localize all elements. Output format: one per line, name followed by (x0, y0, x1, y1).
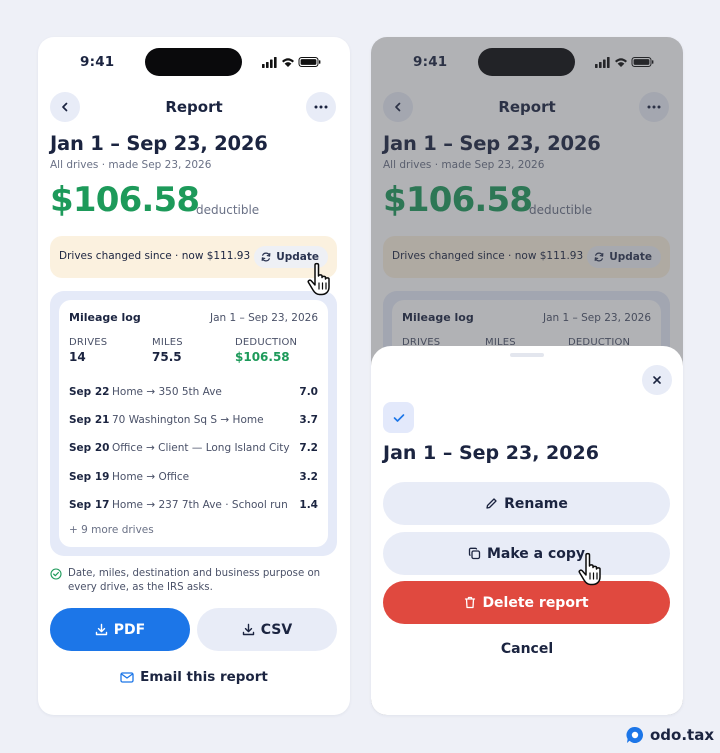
hand-cursor-icon (578, 552, 601, 586)
download-icon (242, 623, 254, 636)
pdf-button[interactable]: PDF (50, 608, 190, 651)
log-row: Sep 19 Home → Office 3.2 (69, 471, 318, 491)
brand-name: odo.tax (650, 726, 715, 744)
log-row: Sep 17 Home → 237 7th Ave · School run 1… (69, 499, 318, 519)
row-date: Sep 19 (69, 471, 110, 483)
sheet-grabber[interactable] (510, 353, 544, 357)
status-time: 9:41 (80, 54, 115, 70)
sheet-title: Jan 1 – Sep 23, 2026 (383, 442, 599, 464)
dynamic-island (145, 48, 242, 76)
row-miles: 3.7 (299, 414, 318, 426)
deductible-label: deductible (196, 203, 260, 217)
copy-icon (468, 547, 481, 560)
report-subtitle: All drives · made Sep 23, 2026 (50, 159, 212, 171)
delete-report-button[interactable]: Delete report (383, 581, 670, 624)
email-report-button[interactable]: Email this report (38, 669, 350, 685)
pencil-icon (486, 498, 497, 509)
delete-report-label: Delete report (482, 594, 589, 611)
close-button[interactable] (642, 365, 672, 395)
row-route: Home → 237 7th Ave · School run (112, 499, 288, 511)
make-copy-button[interactable]: Make a copy (383, 532, 670, 575)
stat-value-drives: 14 (69, 350, 86, 364)
hand-cursor-icon (307, 262, 330, 296)
log-row: Sep 20 Office → Client — Long Island Cit… (69, 442, 318, 462)
banner-text: Drives changed since · now $111.93 (59, 250, 251, 262)
refresh-icon (261, 252, 271, 262)
make-copy-label: Make a copy (486, 545, 586, 562)
email-label: Email this report (140, 669, 268, 685)
irs-note: Date, miles, destination and business pu… (50, 567, 340, 595)
row-date: Sep 21 (69, 414, 110, 426)
brand-logo: odo.tax (626, 725, 714, 745)
status-icons (262, 57, 321, 68)
check-icon (393, 413, 404, 422)
more-button[interactable] (306, 92, 336, 122)
mileage-log-sheet: Mileage log Jan 1 – Sep 23, 2026 DRIVES … (59, 300, 328, 547)
csv-button[interactable]: CSV (197, 608, 337, 651)
page-title: Report (165, 98, 223, 116)
more-drives: + 9 more drives (69, 524, 154, 536)
log-title: Mileage log (69, 311, 141, 324)
row-route: Home → 350 5th Ave (112, 386, 222, 398)
odo-logo-icon (626, 726, 644, 743)
row-date: Sep 22 (69, 386, 110, 398)
row-route: Office → Client — Long Island City (112, 442, 290, 454)
action-sheet: Jan 1 – Sep 23, 2026 Rename Make a copy … (371, 346, 683, 715)
log-row: Sep 21 70 Washington Sq S → Home 3.7 (69, 414, 318, 434)
row-route: 70 Washington Sq S → Home (112, 414, 264, 426)
stat-label-deduction: DEDUCTION (235, 337, 298, 348)
row-date: Sep 20 (69, 442, 110, 454)
stat-value-miles: 75.5 (152, 350, 182, 364)
row-miles: 1.4 (299, 499, 318, 511)
deductible-amount: $106.58 (50, 180, 200, 220)
check-circle-icon (50, 568, 62, 580)
mileage-log-card: Mileage log Jan 1 – Sep 23, 2026 DRIVES … (50, 291, 337, 556)
trash-icon (465, 596, 476, 609)
row-miles: 7.0 (299, 386, 318, 398)
csv-label: CSV (260, 621, 293, 638)
log-row: Sep 22 Home → 350 5th Ave 7.0 (69, 386, 318, 406)
rename-label: Rename (504, 495, 568, 512)
log-date-range: Jan 1 – Sep 23, 2026 (209, 312, 318, 324)
rename-button[interactable]: Rename (383, 482, 670, 525)
row-miles: 7.2 (299, 442, 318, 454)
stat-label-drives: DRIVES (69, 337, 108, 348)
stat-value-deduction: $106.58 (235, 350, 290, 364)
row-miles: 3.2 (299, 471, 318, 483)
report-period: Jan 1 – Sep 23, 2026 (50, 132, 268, 155)
report-screen: 9:41 Report Jan 1 – Sep 23, 2026 All dri… (38, 37, 350, 715)
close-icon (653, 376, 661, 384)
cancel-button[interactable]: Cancel (371, 641, 683, 657)
changes-banner: Drives changed since · now $111.93 Updat… (50, 236, 337, 278)
report-screen-with-sheet: 9:41 Report Jan 1 – Sep 23, 2026 All dri… (371, 37, 683, 715)
download-icon (95, 623, 107, 636)
pdf-label: PDF (113, 621, 146, 638)
row-date: Sep 17 (69, 499, 110, 511)
report-badge (383, 402, 414, 433)
mail-icon (120, 671, 134, 683)
more-icon (314, 105, 328, 109)
stat-label-miles: MILES (152, 337, 183, 348)
status-bar: 9:41 (38, 37, 350, 87)
row-route: Home → Office (112, 471, 190, 483)
irs-note-text: Date, miles, destination and business pu… (68, 568, 321, 593)
